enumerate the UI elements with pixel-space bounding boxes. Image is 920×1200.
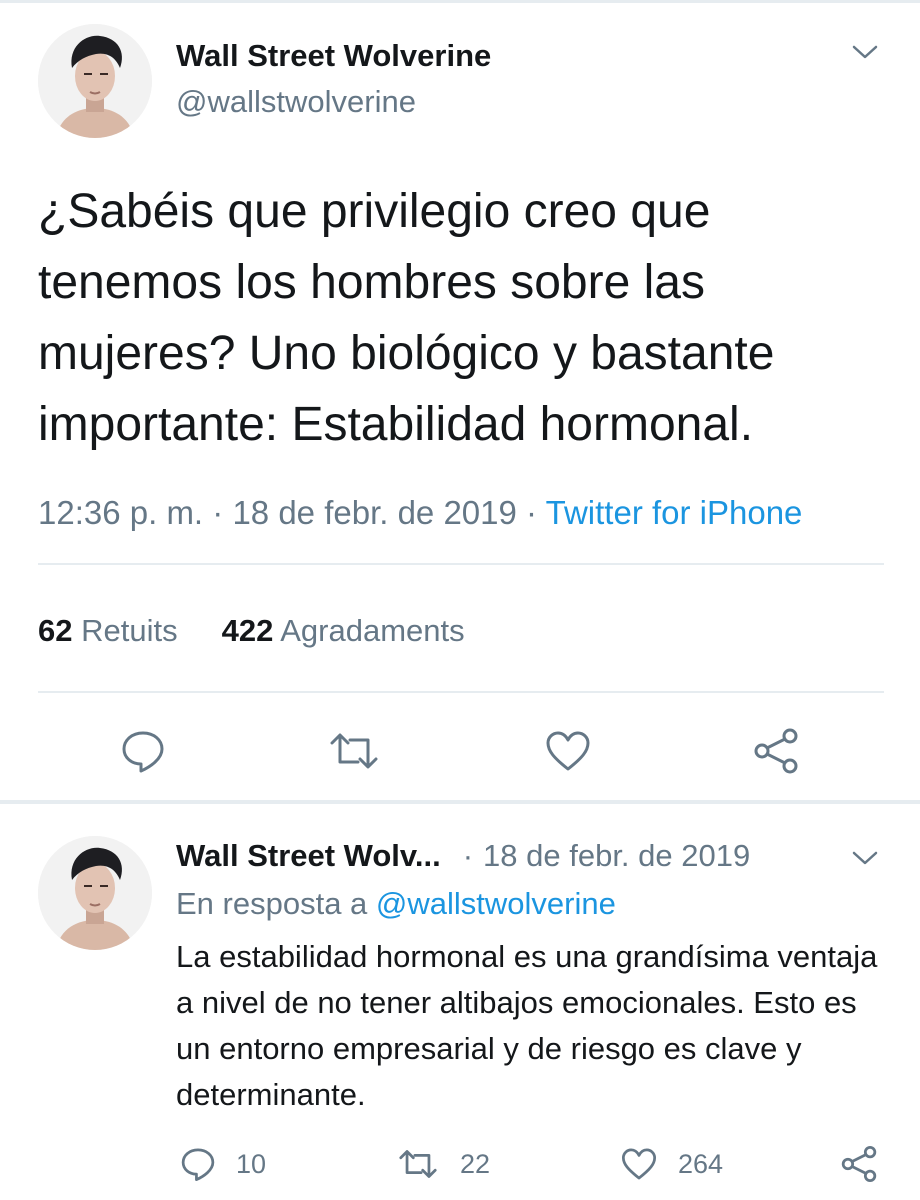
avatar[interactable] bbox=[38, 836, 152, 950]
chevron-down-icon[interactable] bbox=[850, 42, 880, 62]
retweet-icon[interactable] bbox=[326, 728, 382, 774]
retweets-label: Retuits bbox=[81, 613, 178, 648]
divider bbox=[38, 691, 884, 693]
meta-separator: · bbox=[462, 838, 474, 873]
likes-label: Agradaments bbox=[280, 613, 465, 648]
meta-separator: · bbox=[526, 494, 538, 531]
likes-stat[interactable]: 422 Agradaments bbox=[222, 613, 465, 648]
tweet-text: ¿Sabéis que privilegio creo que tenemos … bbox=[38, 185, 775, 451]
chevron-down-icon[interactable] bbox=[850, 848, 880, 868]
avatar[interactable] bbox=[38, 24, 152, 138]
share-icon bbox=[841, 1145, 877, 1183]
tweet-text: La estabilidad hormonal es una grandísim… bbox=[176, 939, 878, 1112]
tweet-source-link[interactable]: Twitter for iPhone bbox=[546, 494, 803, 531]
tweet-time[interactable]: 12:36 p. m. bbox=[38, 494, 203, 531]
tweet-metadata: 12:36 p. m. · 18 de febr. de 2019 · Twit… bbox=[38, 494, 802, 532]
retweet-icon bbox=[399, 1150, 437, 1178]
like-button[interactable]: 264 bbox=[620, 1144, 723, 1184]
retweets-stat[interactable]: 62 Retuits bbox=[38, 613, 178, 648]
replying-to-line: En resposta a @wallstwolverine bbox=[176, 886, 616, 922]
tweet-date[interactable]: 18 de febr. de 2019 bbox=[232, 494, 516, 531]
share-icon[interactable] bbox=[752, 726, 800, 776]
retweet-button[interactable]: 22 bbox=[396, 1144, 490, 1184]
tweet-detail-page: Wall Street Wolverine @wallstwolverine ¿… bbox=[0, 0, 920, 1200]
like-icon bbox=[621, 1148, 657, 1180]
share-button[interactable] bbox=[840, 1144, 878, 1184]
avatar-portrait-image bbox=[38, 836, 152, 950]
retweets-count: 62 bbox=[38, 613, 73, 648]
author-handle[interactable]: @wallstwolverine bbox=[176, 84, 416, 120]
reply-header: Wall Street Wolv... · 18 de febr. de 2019 bbox=[176, 838, 750, 874]
reply-count: 10 bbox=[236, 1148, 267, 1179]
thread-divider bbox=[0, 800, 920, 804]
avatar-portrait-image bbox=[38, 24, 152, 138]
replying-to-label: En resposta a bbox=[176, 886, 368, 921]
mention-link[interactable]: @wallstwolverine bbox=[376, 886, 616, 921]
meta-separator: · bbox=[212, 494, 224, 531]
reply-button[interactable]: 10 bbox=[180, 1144, 266, 1184]
likes-count: 422 bbox=[221, 613, 274, 648]
tweet-stats: 62 Retuits 422 Agradaments bbox=[38, 613, 465, 649]
reply-icon bbox=[181, 1148, 215, 1182]
author-display-name[interactable]: Wall Street Wolv... bbox=[176, 838, 441, 873]
reply-icon[interactable] bbox=[120, 728, 166, 774]
top-divider bbox=[0, 0, 920, 3]
tweet-date[interactable]: 18 de febr. de 2019 bbox=[483, 838, 750, 873]
divider bbox=[38, 563, 884, 565]
like-count: 264 bbox=[678, 1148, 724, 1179]
retweet-count: 22 bbox=[460, 1148, 491, 1179]
author-display-name[interactable]: Wall Street Wolverine bbox=[176, 38, 491, 74]
like-icon[interactable] bbox=[544, 728, 592, 774]
